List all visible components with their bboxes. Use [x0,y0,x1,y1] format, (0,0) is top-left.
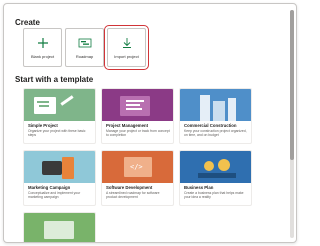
template-desc: Create a business plan that helps make y… [184,191,244,200]
template-desc: Organize your project with these basic s… [28,129,86,138]
roadmap-label: Roadmap [75,54,94,59]
template-card-marketing-campaign[interactable]: Marketing Campaign Conceptualize and imp… [23,150,96,206]
template-card-business-plan[interactable]: Business Plan Create a business plan tha… [179,150,252,206]
building-illustration [180,89,251,121]
megaphone-illustration [24,151,95,183]
template-name: Project Management [106,123,149,128]
template-card-more[interactable] [23,212,96,242]
document-illustration [102,89,173,121]
import-project-label: Import project [114,54,139,59]
template-name: Software Development [106,185,153,190]
template-card-software-development[interactable]: </> Software Development A streamlined r… [101,150,174,206]
template-name: Marketing Campaign [28,185,71,190]
template-desc: A streamlined roadmap for software produ… [106,191,160,200]
template-card-commercial-construction[interactable]: Commercial Construction Keep your constr… [179,88,252,144]
template-name: Simple Project [28,123,58,128]
templates-section-title: Start with a template [15,75,94,84]
template-desc: Keep your construction project organized… [184,129,247,138]
download-icon [120,36,134,50]
import-project-card[interactable]: Import project [104,25,149,70]
chart-illustration [24,89,95,121]
blank-project-label: Blank project [30,54,55,59]
coins-illustration [180,151,251,183]
code-illustration: </> [102,151,173,183]
roadmap-card[interactable]: Roadmap [65,28,104,67]
template-name: Commercial Construction [184,123,237,128]
template-desc: Manage your project or track from concep… [106,129,170,138]
vertical-scrollbar[interactable] [290,10,294,238]
template-name: Business Plan [184,185,214,190]
template-card-project-management[interactable]: Project Management Manage your project o… [101,88,174,144]
blank-project-card[interactable]: Blank project [23,28,62,67]
template-desc: Conceptualize and implement your marketi… [28,191,81,200]
create-section-title: Create [15,18,40,27]
template-card-simple-project[interactable]: Simple Project Organize your project wit… [23,88,96,144]
plus-icon [36,36,50,50]
roadmap-icon [78,36,92,50]
new-project-dialog: Create Blank project Roadmap Import proj… [3,3,297,243]
template-illustration [24,213,95,242]
dialog-content: Create Blank project Roadmap Import proj… [4,4,288,242]
scrollbar-thumb[interactable] [290,10,294,160]
